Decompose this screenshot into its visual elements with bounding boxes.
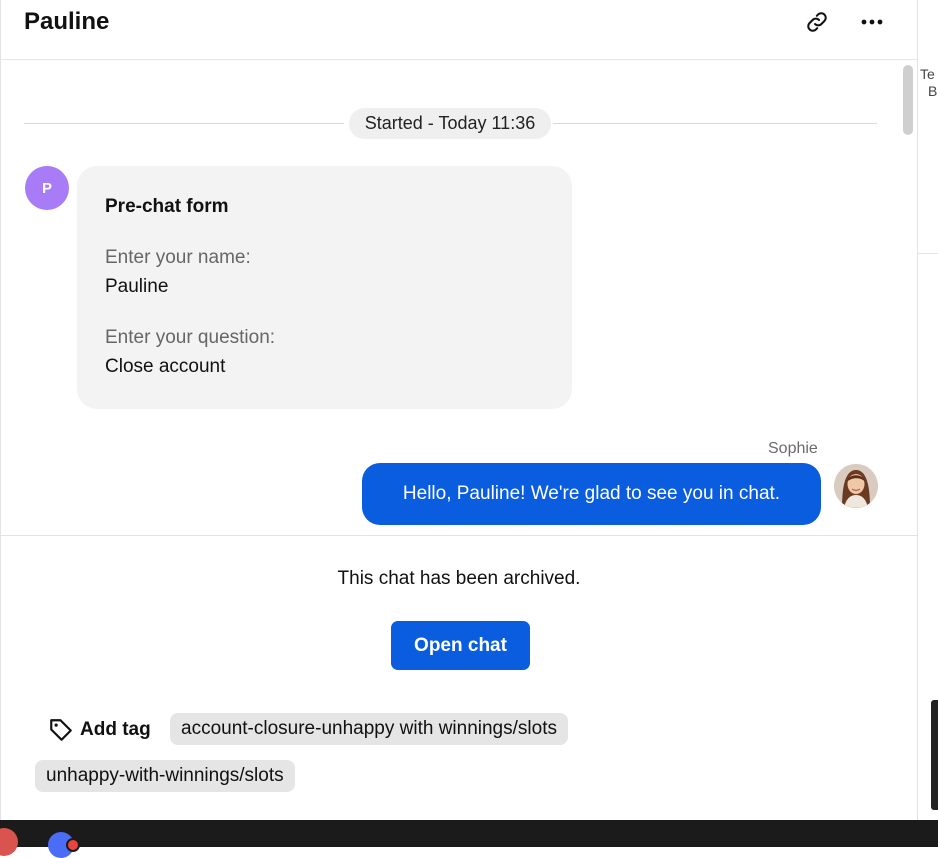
open-chat-button[interactable]: Open chat [391,621,530,670]
name-field-value: Pauline [105,276,169,297]
tag-chip[interactable]: unhappy-with-winnings/slots [35,760,295,792]
message-list[interactable]: Started - Today 11:36 P Pre-chat form En… [1,60,917,535]
archived-notice: This chat has been archived. [337,568,581,589]
timeline-divider-right [553,123,877,124]
question-field-label: Enter your question: [105,327,276,348]
customer-avatar: P [25,166,69,210]
question-field-value: Close account [105,356,226,377]
more-options-button[interactable] [858,8,886,36]
agent-message-bubble: Hello, Pauline! We're glad to see you in… [362,463,821,525]
prechat-form-card: Pre-chat form Enter your name: Pauline E… [77,166,572,409]
archived-panel: This chat has been archived. Open chat A… [1,535,917,820]
add-tag-button[interactable]: Add tag [48,714,151,746]
more-horizontal-icon [861,19,883,25]
agent-name: Sophie [768,440,818,457]
add-tag-label: Add tag [80,719,151,740]
agent-avatar [834,464,878,508]
chat-started-badge: Started - Today 11:36 [349,108,551,139]
os-taskbar [0,820,938,858]
taskbar-app-icon[interactable] [0,828,18,856]
chat-window: Pauline Started - Today 11:36 P Pre-chat… [0,0,918,820]
page-title: Pauline [24,8,110,35]
side-panel-divider [918,253,938,254]
tag-icon [50,719,72,741]
chat-header: Pauline [1,0,917,60]
scrollbar-thumb[interactable] [903,65,913,135]
tag-chip[interactable]: account-closure-unhappy with winnings/sl… [170,713,568,745]
side-panel-partial-text: Te B [920,66,938,99]
prechat-form-title: Pre-chat form [105,196,229,217]
copy-link-button[interactable] [803,8,831,36]
agent-photo-icon [834,464,878,508]
side-panel-edge: Te B [918,0,938,820]
timeline-divider-left [24,123,344,124]
notification-dot-icon [66,838,80,852]
name-field-label: Enter your name: [105,247,251,268]
link-icon [807,12,827,32]
side-panel-handle[interactable] [931,700,938,810]
